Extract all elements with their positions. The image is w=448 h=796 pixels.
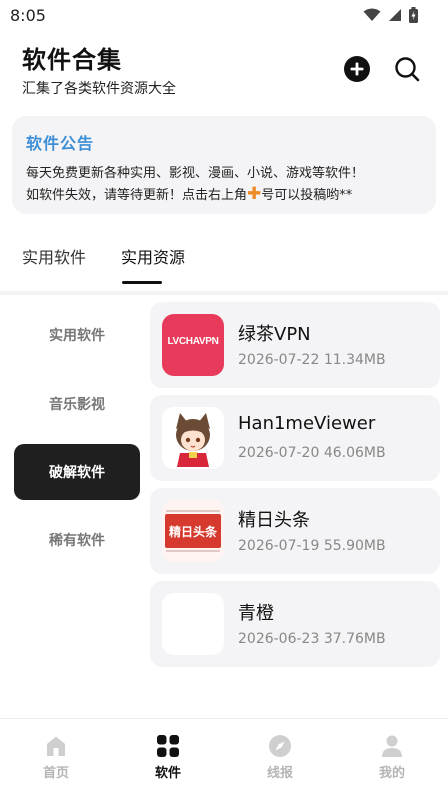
page-title: 软件合集 bbox=[22, 46, 122, 74]
app-size: 46.06MB bbox=[323, 445, 386, 461]
announcement-line-2: 如软件失效，请等待更新！点击右上角✚号可以投稿哟** bbox=[26, 184, 422, 206]
page-subtitle: 汇集了各类软件资源大全 bbox=[22, 81, 176, 97]
nav-label: 线报 bbox=[266, 766, 293, 781]
category-utility-software[interactable]: 实用软件 bbox=[14, 307, 140, 363]
app-name: 绿茶VPN bbox=[238, 324, 311, 345]
lvcha-vpn-icon-text: LVCHAVPN bbox=[167, 336, 219, 347]
nav-deals[interactable]: 线报 bbox=[250, 734, 310, 781]
announcement-title: 软件公告 bbox=[26, 134, 95, 153]
lvcha-vpn-icon: LVCHAVPN bbox=[162, 314, 224, 376]
search-icon bbox=[395, 57, 420, 82]
category-cracked-software[interactable]: 破解软件 bbox=[14, 444, 140, 500]
grid-icon bbox=[157, 735, 179, 757]
battery-icon bbox=[409, 7, 418, 23]
app-size: 55.90MB bbox=[323, 538, 386, 554]
app-meta: 2026-06-23 37.76MB bbox=[238, 631, 386, 647]
tab-utility-software[interactable]: 实用软件 bbox=[22, 244, 86, 268]
app-card-jingri-toutiao[interactable]: 精日头条 精日头条 2026-07-19 55.90MB bbox=[150, 488, 440, 574]
anime-girl-icon bbox=[162, 407, 224, 469]
announcement-line-2-end: 号可以投稿哟** bbox=[261, 188, 353, 203]
add-button[interactable] bbox=[342, 54, 372, 84]
user-icon bbox=[382, 735, 402, 757]
app-meta: 2026-07-22 11.34MB bbox=[238, 352, 386, 368]
app-name: 精日头条 bbox=[238, 510, 310, 531]
category-music-video[interactable]: 音乐影视 bbox=[14, 376, 140, 432]
home-icon bbox=[47, 736, 65, 756]
nav-label: 首页 bbox=[42, 766, 69, 781]
bottom-nav-divider bbox=[0, 718, 448, 719]
nav-profile[interactable]: 我的 bbox=[362, 734, 422, 781]
nav-label: 软件 bbox=[154, 766, 181, 781]
nav-label: 我的 bbox=[378, 766, 405, 781]
newspaper-icon-text: 精日头条 bbox=[168, 525, 217, 539]
tab-utility-resources[interactable]: 实用资源 bbox=[121, 244, 185, 268]
app-name: Han1meViewer bbox=[238, 413, 376, 434]
plus-icon bbox=[344, 56, 370, 82]
nav-home[interactable]: 首页 bbox=[26, 734, 86, 781]
orange-plus-icon: ✚ bbox=[247, 184, 262, 204]
app-date: 2026-07-22 bbox=[238, 352, 320, 368]
app-date: 2026-07-20 bbox=[238, 445, 320, 461]
app-meta: 2026-07-19 55.90MB bbox=[238, 538, 386, 554]
compass-icon bbox=[269, 735, 291, 757]
signal-icon bbox=[389, 9, 401, 21]
status-icons bbox=[363, 7, 418, 23]
announcement-line-2-start: 如软件失效，请等待更新！点击右上角 bbox=[26, 188, 248, 203]
announcement-card: 软件公告 每天免费更新各种实用、影视、漫画、小说、游戏等软件！ 如软件失效，请等… bbox=[12, 116, 436, 214]
nav-software[interactable]: 软件 bbox=[138, 734, 198, 781]
app-size: 37.76MB bbox=[323, 631, 386, 647]
status-bar: 8:05 bbox=[0, 0, 448, 30]
status-time: 8:05 bbox=[10, 6, 46, 25]
app-card-han1meviewer[interactable]: Han1meViewer 2026-07-20 46.06MB bbox=[150, 395, 440, 481]
app-meta: 2026-07-20 46.06MB bbox=[238, 445, 386, 461]
tabs-divider bbox=[0, 291, 448, 295]
announcement-line-1: 每天免费更新各种实用、影视、漫画、小说、游戏等软件！ bbox=[26, 166, 365, 181]
newspaper-icon: 精日头条 bbox=[162, 500, 224, 562]
app-name: 青橙 bbox=[238, 603, 274, 624]
wifi-icon bbox=[363, 8, 381, 21]
blank-icon bbox=[162, 593, 224, 655]
active-tab-indicator bbox=[122, 281, 162, 284]
app-date: 2026-06-23 bbox=[238, 631, 320, 647]
app-card-qingcheng[interactable]: 青橙 2026-06-23 37.76MB bbox=[150, 581, 440, 667]
app-size: 11.34MB bbox=[323, 352, 386, 368]
app-date: 2026-07-19 bbox=[238, 538, 320, 554]
search-button[interactable] bbox=[392, 54, 422, 84]
app-card-lvcha-vpn[interactable]: LVCHAVPN 绿茶VPN 2026-07-22 11.34MB bbox=[150, 302, 440, 388]
category-rare-software[interactable]: 稀有软件 bbox=[14, 512, 140, 568]
